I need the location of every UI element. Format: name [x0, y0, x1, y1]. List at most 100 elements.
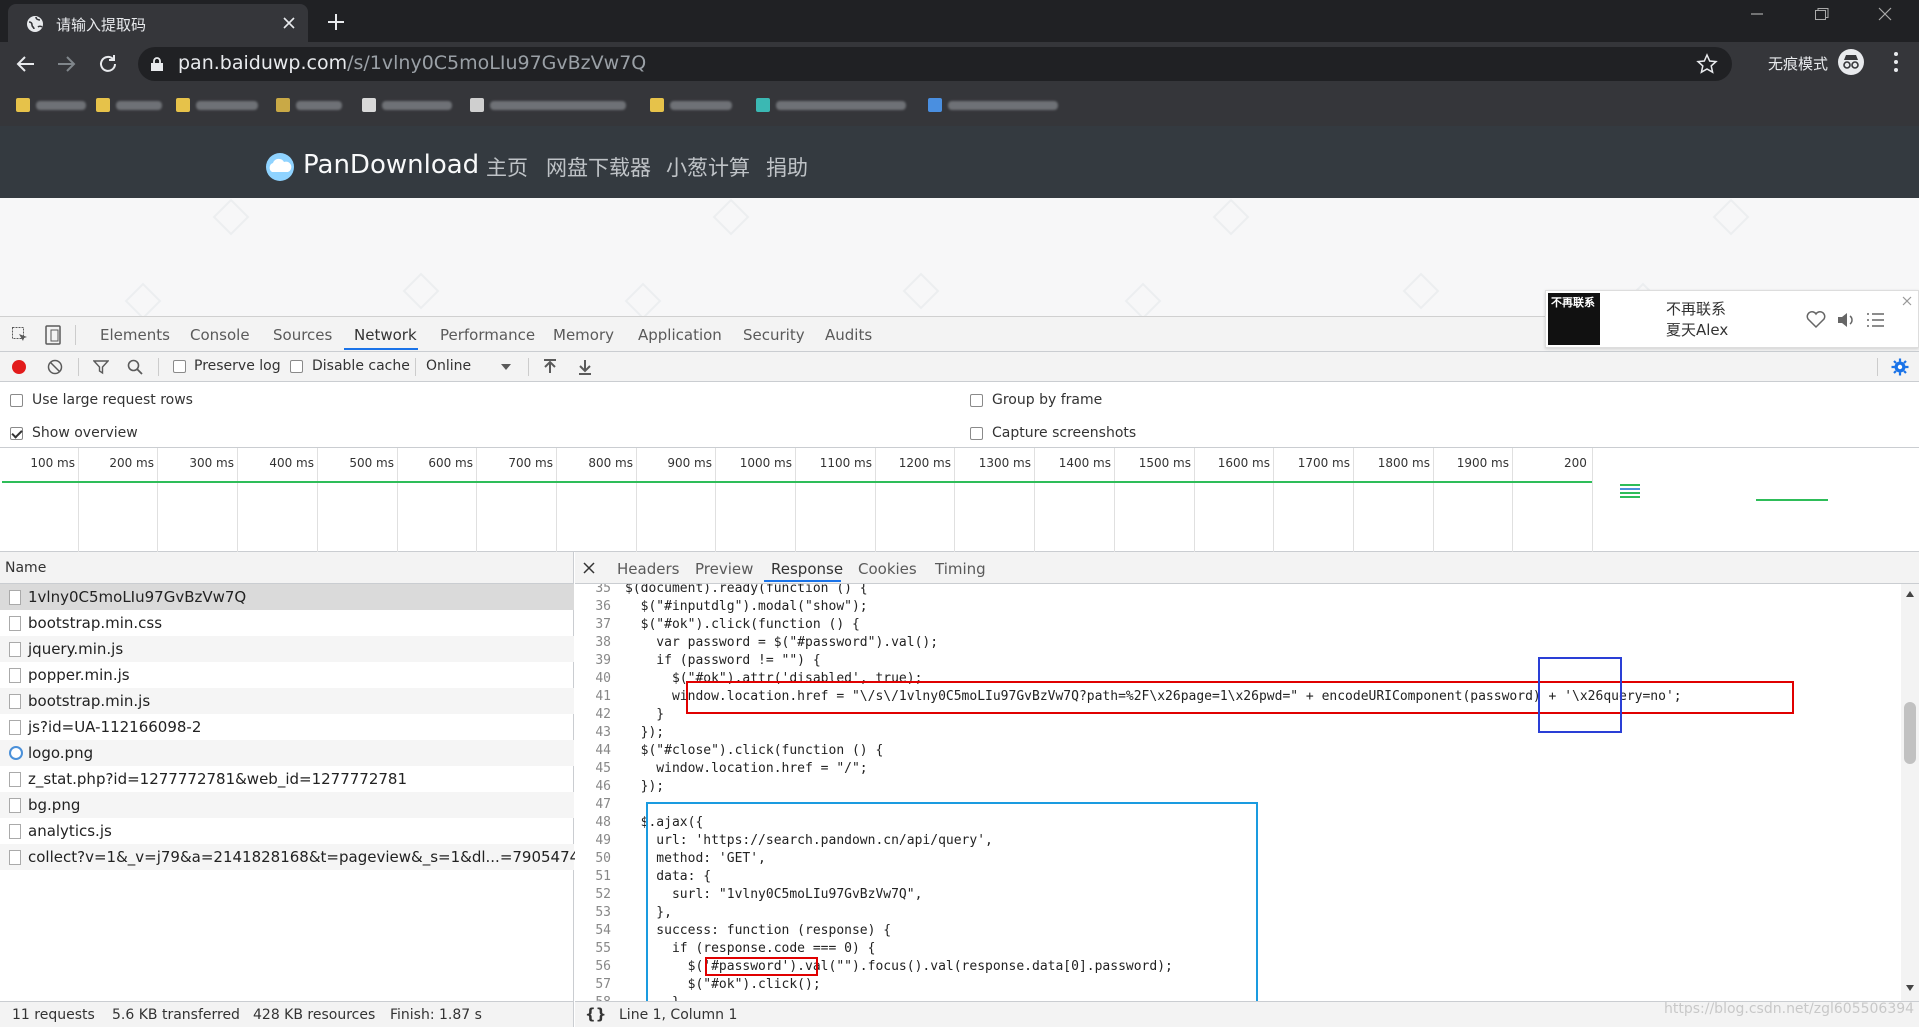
- requests-header[interactable]: Name: [0, 552, 574, 584]
- incognito-icon[interactable]: [1838, 49, 1864, 75]
- back-icon[interactable]: [12, 50, 40, 78]
- window-controls: [1719, 0, 1919, 40]
- close-window-icon[interactable]: [1871, 0, 1899, 28]
- network-overview-timeline[interactable]: 100 ms 200 ms 300 ms 400 ms 500 ms 600 ms 700 …: [0, 448, 1919, 552]
- bookmark-item[interactable]: [276, 98, 346, 112]
- bookmark-star-icon[interactable]: [1696, 53, 1718, 75]
- pretty-print-button[interactable]: {}: [585, 1005, 606, 1023]
- name-column-header[interactable]: Name: [5, 560, 46, 576]
- scroll-down-icon[interactable]: [1905, 984, 1915, 992]
- timeline-tick-label: 100 ms: [30, 456, 75, 470]
- bookmark-item[interactable]: [650, 98, 736, 112]
- request-row[interactable]: logo.png: [0, 740, 574, 766]
- lock-icon[interactable]: [150, 56, 164, 72]
- nav-donate[interactable]: 捐助: [766, 152, 808, 182]
- tab-performance[interactable]: Performance: [440, 326, 535, 344]
- new-tab-icon[interactable]: [322, 8, 350, 36]
- clear-icon[interactable]: [47, 359, 63, 375]
- bookmarks-bar: [0, 86, 1919, 126]
- request-row[interactable]: bootstrap.min.js: [0, 688, 574, 714]
- request-row[interactable]: z_stat.php?id=1277772781&web_id=12777727…: [0, 766, 574, 792]
- import-har-icon[interactable]: [542, 358, 558, 376]
- line-number: 53: [595, 905, 611, 920]
- tab-response[interactable]: Response: [771, 560, 843, 578]
- request-bar: [1620, 484, 1640, 486]
- search-icon[interactable]: [127, 359, 143, 375]
- request-row[interactable]: bootstrap.min.css: [0, 610, 574, 636]
- record-icon[interactable]: [11, 359, 27, 375]
- group-by-frame-checkbox[interactable]: [970, 394, 983, 407]
- bookmark-item[interactable]: [16, 98, 86, 112]
- tab-memory[interactable]: Memory: [553, 326, 614, 344]
- tab-application[interactable]: Application: [638, 326, 722, 344]
- scroll-up-icon[interactable]: [1905, 590, 1915, 598]
- tab-headers[interactable]: Headers: [617, 560, 679, 578]
- tab-console[interactable]: Console: [190, 326, 250, 344]
- tab-preview[interactable]: Preview: [695, 560, 753, 578]
- export-har-icon[interactable]: [577, 358, 593, 376]
- response-code-view[interactable]: 35 36 37 38 39 40 41 42 43 44 45 46 47 48 49 50 51 52 53 54…: [575, 584, 1901, 1001]
- bookmark-item[interactable]: [470, 98, 630, 112]
- large-rows-checkbox[interactable]: [10, 394, 23, 407]
- tab-cookies[interactable]: Cookies: [858, 560, 917, 578]
- minimize-icon[interactable]: [1743, 0, 1771, 28]
- volume-icon[interactable]: [1836, 311, 1856, 329]
- bookmark-item[interactable]: [176, 98, 260, 112]
- nav-downloader[interactable]: 网盘下载器: [546, 152, 651, 182]
- playlist-icon[interactable]: [1866, 311, 1886, 329]
- forward-icon[interactable]: [52, 50, 80, 78]
- request-row[interactable]: popper.min.js: [0, 662, 574, 688]
- tab-network[interactable]: Network: [354, 326, 417, 344]
- nav-calculator[interactable]: 小葱计算: [666, 152, 750, 182]
- tab-security[interactable]: Security: [743, 326, 805, 344]
- reload-icon[interactable]: [94, 50, 122, 78]
- chevron-down-icon[interactable]: [500, 362, 512, 372]
- brand-name[interactable]: PanDownload: [303, 150, 479, 180]
- device-toolbar-icon[interactable]: [44, 325, 62, 345]
- tab-audits[interactable]: Audits: [825, 326, 872, 344]
- timeline-tick-label: 1200 ms: [898, 456, 951, 470]
- settings-gear-icon[interactable]: [1891, 358, 1909, 376]
- bookmark-item[interactable]: [928, 98, 1064, 112]
- filter-icon[interactable]: [93, 359, 109, 375]
- bookmark-item[interactable]: [362, 98, 454, 112]
- bookmark-item[interactable]: [756, 98, 912, 112]
- tab-sources[interactable]: Sources: [273, 326, 332, 344]
- browser-tab[interactable]: 请输入提取码: [8, 4, 308, 42]
- tab-timing[interactable]: Timing: [935, 560, 986, 578]
- incognito-label: 无痕模式: [1768, 55, 1829, 73]
- scrollbar-thumb[interactable]: [1904, 702, 1916, 764]
- request-row[interactable]: bg.png: [0, 792, 574, 818]
- music-mini-player[interactable]: 不再联系 不再联系 夏天Alex: [1545, 290, 1919, 348]
- request-row[interactable]: js?id=UA-112166098-2: [0, 714, 574, 740]
- bookmark-item[interactable]: [96, 98, 162, 112]
- restore-icon[interactable]: [1807, 0, 1835, 28]
- request-row[interactable]: 1vlny0C5moLIu97GvBzVw7Q: [0, 584, 574, 610]
- request-row[interactable]: jquery.min.js: [0, 636, 574, 662]
- tab-strip: 请输入提取码: [0, 0, 1919, 42]
- request-row[interactable]: collect?v=1&_v=j79&a=2141828168&t=pagevi…: [0, 844, 646, 870]
- request-bar: [1620, 488, 1640, 490]
- url-text: pan.baiduwp.com/s/1vlny0C5moLIu97GvBzVw7…: [178, 52, 647, 74]
- timeline-tick-label: 1800 ms: [1377, 456, 1430, 470]
- throttle-select[interactable]: Online: [426, 358, 471, 374]
- show-overview-checkbox[interactable]: [10, 427, 23, 440]
- response-tab-indicator: [764, 580, 841, 582]
- annotation-red-box-selector: [705, 957, 818, 976]
- inspect-element-icon[interactable]: [11, 326, 29, 344]
- nav-home[interactable]: 主页: [486, 152, 528, 182]
- close-player-icon[interactable]: [1901, 295, 1913, 307]
- heart-icon[interactable]: [1806, 311, 1826, 329]
- timeline-tick-label: 1700 ms: [1297, 456, 1350, 470]
- request-row[interactable]: analytics.js: [0, 818, 574, 844]
- tab-elements[interactable]: Elements: [100, 326, 170, 344]
- code-scrollbar[interactable]: [1901, 584, 1919, 1001]
- menu-dots-icon[interactable]: [1892, 50, 1900, 74]
- close-detail-icon[interactable]: [583, 562, 595, 574]
- capture-screenshots-checkbox[interactable]: [970, 427, 983, 440]
- preserve-log-checkbox[interactable]: [173, 360, 186, 373]
- address-bar[interactable]: pan.baiduwp.com/s/1vlny0C5moLIu97GvBzVw7…: [138, 47, 1732, 81]
- disable-cache-checkbox[interactable]: [290, 360, 303, 373]
- close-tab-icon[interactable]: [278, 12, 300, 34]
- script-icon: [9, 720, 21, 735]
